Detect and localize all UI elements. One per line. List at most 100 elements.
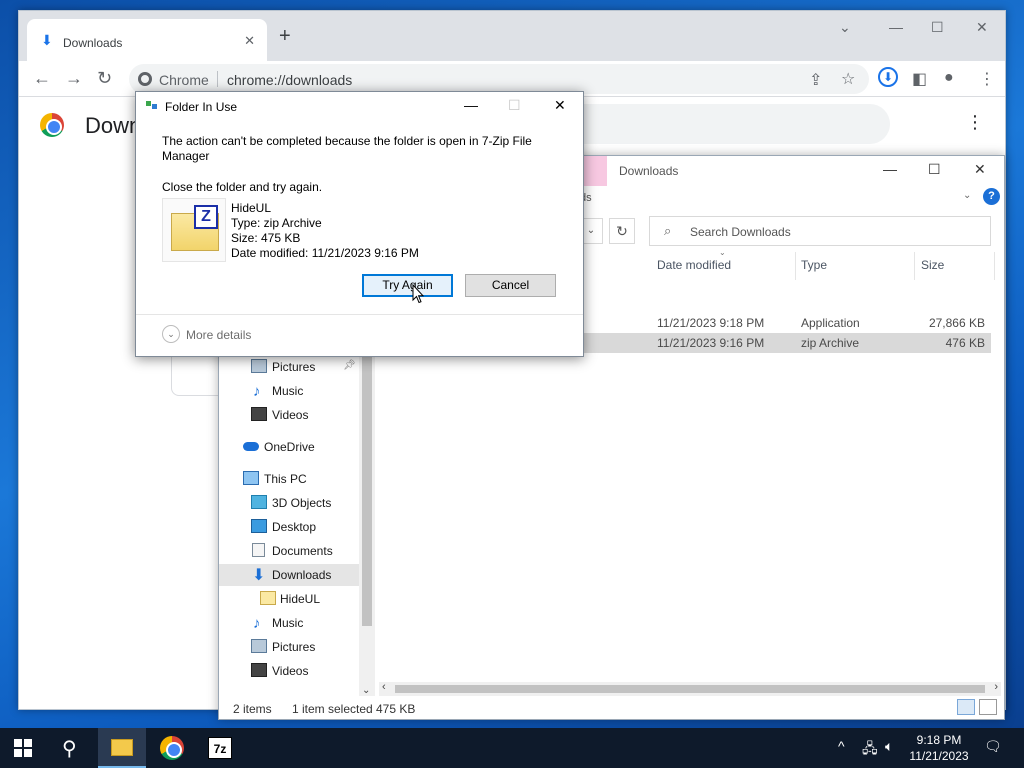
cancel-button[interactable]: Cancel bbox=[465, 274, 556, 297]
nav-item-label: Desktop bbox=[272, 520, 317, 534]
scroll-right-icon[interactable]: › bbox=[994, 681, 998, 693]
close-window-icon[interactable]: ✕ bbox=[976, 19, 988, 36]
reload-icon[interactable]: ↻ bbox=[97, 68, 112, 89]
nav-item-music[interactable]: ♪ Music bbox=[219, 612, 359, 634]
back-icon[interactable]: ← bbox=[33, 68, 51, 89]
forward-icon[interactable]: → bbox=[65, 68, 83, 89]
column-divider[interactable] bbox=[994, 252, 995, 280]
nav-item-documents[interactable]: Documents bbox=[219, 540, 359, 562]
chrome-tab-bar: ⬇ Downloads ✕ + ⌄ — ☐ ✕ bbox=[19, 11, 1005, 61]
pictures-icon bbox=[251, 359, 267, 373]
column-date-modified[interactable]: Date modified bbox=[657, 258, 731, 272]
taskbar-file-explorer[interactable] bbox=[98, 728, 146, 768]
nav-item-label: HideUL bbox=[280, 592, 321, 606]
nav-item-this-pc[interactable]: This PC bbox=[219, 468, 359, 490]
tab-title: Downloads bbox=[63, 36, 123, 50]
nav-item-onedrive[interactable]: OneDrive bbox=[219, 436, 359, 458]
column-type[interactable]: Type bbox=[801, 258, 827, 272]
pin-icon[interactable]: 📌︎ bbox=[343, 360, 356, 371]
share-icon[interactable]: ⇪ bbox=[809, 70, 822, 90]
dialog-maximize-icon: ☐ bbox=[508, 97, 521, 113]
status-selected: 1 item selected bbox=[292, 702, 373, 716]
downloads-search-bar[interactable] bbox=[560, 104, 890, 144]
large-icons-view-icon[interactable] bbox=[979, 699, 997, 715]
nav-item-pictures[interactable]: Pictures bbox=[219, 636, 359, 658]
new-tab-icon[interactable]: + bbox=[279, 25, 291, 48]
nav-item-pictures[interactable]: Pictures 📌︎ bbox=[219, 356, 359, 378]
volume-muted-icon[interactable]: 🔈︎ bbox=[885, 738, 893, 755]
taskbar-7zip[interactable]: 7z bbox=[196, 728, 244, 768]
music-icon: ♪ bbox=[253, 615, 261, 632]
nav-item-label: OneDrive bbox=[264, 440, 315, 454]
folder-in-use-dialog: Folder In Use — ☐ ✕ The action can't be … bbox=[135, 91, 584, 357]
ribbon-expand-icon[interactable]: ⌄ bbox=[963, 190, 971, 201]
dialog-titlebar[interactable]: Folder In Use — ☐ ✕ bbox=[136, 92, 583, 120]
omnibox[interactable]: Chrome chrome://downloads ⇪ ☆ bbox=[129, 64, 869, 94]
notifications-icon[interactable]: 🗨︎ bbox=[984, 738, 1002, 755]
row-type: zip Archive bbox=[801, 336, 860, 350]
column-divider[interactable] bbox=[914, 252, 915, 280]
videos-icon bbox=[251, 407, 267, 421]
chrome-icon bbox=[138, 72, 152, 86]
scrollbar-thumb[interactable] bbox=[362, 346, 372, 626]
nav-item-videos[interactable]: Videos bbox=[219, 660, 359, 682]
file-type: Type: zip Archive bbox=[231, 216, 322, 230]
start-button[interactable] bbox=[14, 739, 32, 757]
dialog-minimize-icon[interactable]: — bbox=[464, 97, 478, 113]
nav-item-label: Downloads bbox=[272, 568, 332, 582]
omnibox-url[interactable]: chrome://downloads bbox=[227, 72, 352, 88]
tab-search-chevron-icon[interactable]: ⌄ bbox=[839, 19, 851, 36]
side-panel-icon[interactable]: ◧ bbox=[912, 69, 927, 89]
explorer-close-icon[interactable]: ✕ bbox=[974, 161, 986, 178]
file-row-selected[interactable]: 11/21/2023 9:16 PM zip Archive 476 KB bbox=[579, 333, 991, 353]
profile-avatar-icon[interactable]: ● bbox=[944, 69, 954, 87]
sort-indicator-icon: ⌄ bbox=[719, 248, 726, 257]
zip-icon bbox=[260, 591, 276, 605]
search-icon[interactable]: ⚲ bbox=[62, 736, 77, 761]
nav-pane-scrollbar[interactable]: ⌄ bbox=[359, 346, 375, 696]
column-divider[interactable] bbox=[795, 252, 796, 280]
nav-item-3d-objects[interactable]: 3D Objects bbox=[219, 492, 359, 514]
this-pc-icon bbox=[243, 471, 259, 485]
nav-item-desktop[interactable]: Desktop bbox=[219, 516, 359, 538]
details-view-icon[interactable] bbox=[957, 699, 975, 715]
scroll-left-icon[interactable]: ‹ bbox=[382, 681, 386, 693]
search-icon: ⌕ bbox=[664, 223, 672, 238]
nav-item-downloads[interactable]: ⬇ Downloads bbox=[219, 564, 359, 586]
row-date: 11/21/2023 9:16 PM bbox=[657, 336, 765, 350]
file-row[interactable]: 11/21/2023 9:18 PM Application 27,866 KB bbox=[579, 313, 991, 333]
downloads-menu-icon[interactable]: ⋮ bbox=[966, 112, 984, 133]
close-tab-icon[interactable]: ✕ bbox=[244, 33, 255, 49]
explorer-minimize-icon[interactable]: — bbox=[883, 161, 897, 177]
onedrive-icon bbox=[243, 442, 259, 451]
explorer-maximize-icon[interactable]: ☐ bbox=[928, 161, 941, 178]
scrollbar-thumb[interactable] bbox=[395, 685, 985, 693]
row-type: Application bbox=[801, 316, 860, 330]
dialog-instruction: Close the folder and try again. bbox=[162, 180, 323, 194]
file-list-hscrollbar[interactable]: ‹ › bbox=[379, 681, 1001, 696]
system-clock[interactable]: 9:18 PM 11/21/2023 bbox=[904, 732, 974, 764]
bookmark-star-icon[interactable]: ☆ bbox=[841, 69, 855, 89]
chrome-icon bbox=[160, 736, 184, 760]
scroll-down-icon[interactable]: ⌄ bbox=[362, 685, 370, 696]
help-icon[interactable]: ? bbox=[983, 188, 1000, 205]
nav-item-music[interactable]: ♪ Music bbox=[219, 380, 359, 402]
minimize-icon[interactable]: — bbox=[889, 19, 903, 35]
network-icon[interactable]: 🖧︎ bbox=[862, 738, 878, 762]
refresh-icon[interactable]: ↻ bbox=[609, 218, 635, 244]
chrome-menu-icon[interactable]: ⋮ bbox=[979, 69, 995, 89]
try-again-button[interactable]: Try Again bbox=[362, 274, 453, 297]
taskbar-chrome[interactable] bbox=[148, 728, 196, 768]
maximize-icon[interactable]: ☐ bbox=[931, 19, 944, 36]
dialog-close-icon[interactable]: ✕ bbox=[554, 97, 566, 114]
downloads-toolbar-icon[interactable]: ⬇ bbox=[878, 67, 898, 87]
nav-item-videos[interactable]: Videos bbox=[219, 404, 359, 426]
column-size[interactable]: Size bbox=[921, 258, 944, 272]
nav-item-label: 3D Objects bbox=[272, 496, 332, 510]
show-hidden-icons-chevron-icon[interactable]: ^ bbox=[838, 738, 845, 754]
status-size: 475 KB bbox=[376, 702, 416, 716]
search-input[interactable]: ⌕ Search Downloads bbox=[649, 216, 991, 246]
search-placeholder: Search Downloads bbox=[690, 225, 791, 239]
tab-downloads[interactable]: ⬇ Downloads ✕ bbox=[27, 19, 267, 61]
nav-item-hideul[interactable]: HideUL bbox=[219, 588, 359, 610]
